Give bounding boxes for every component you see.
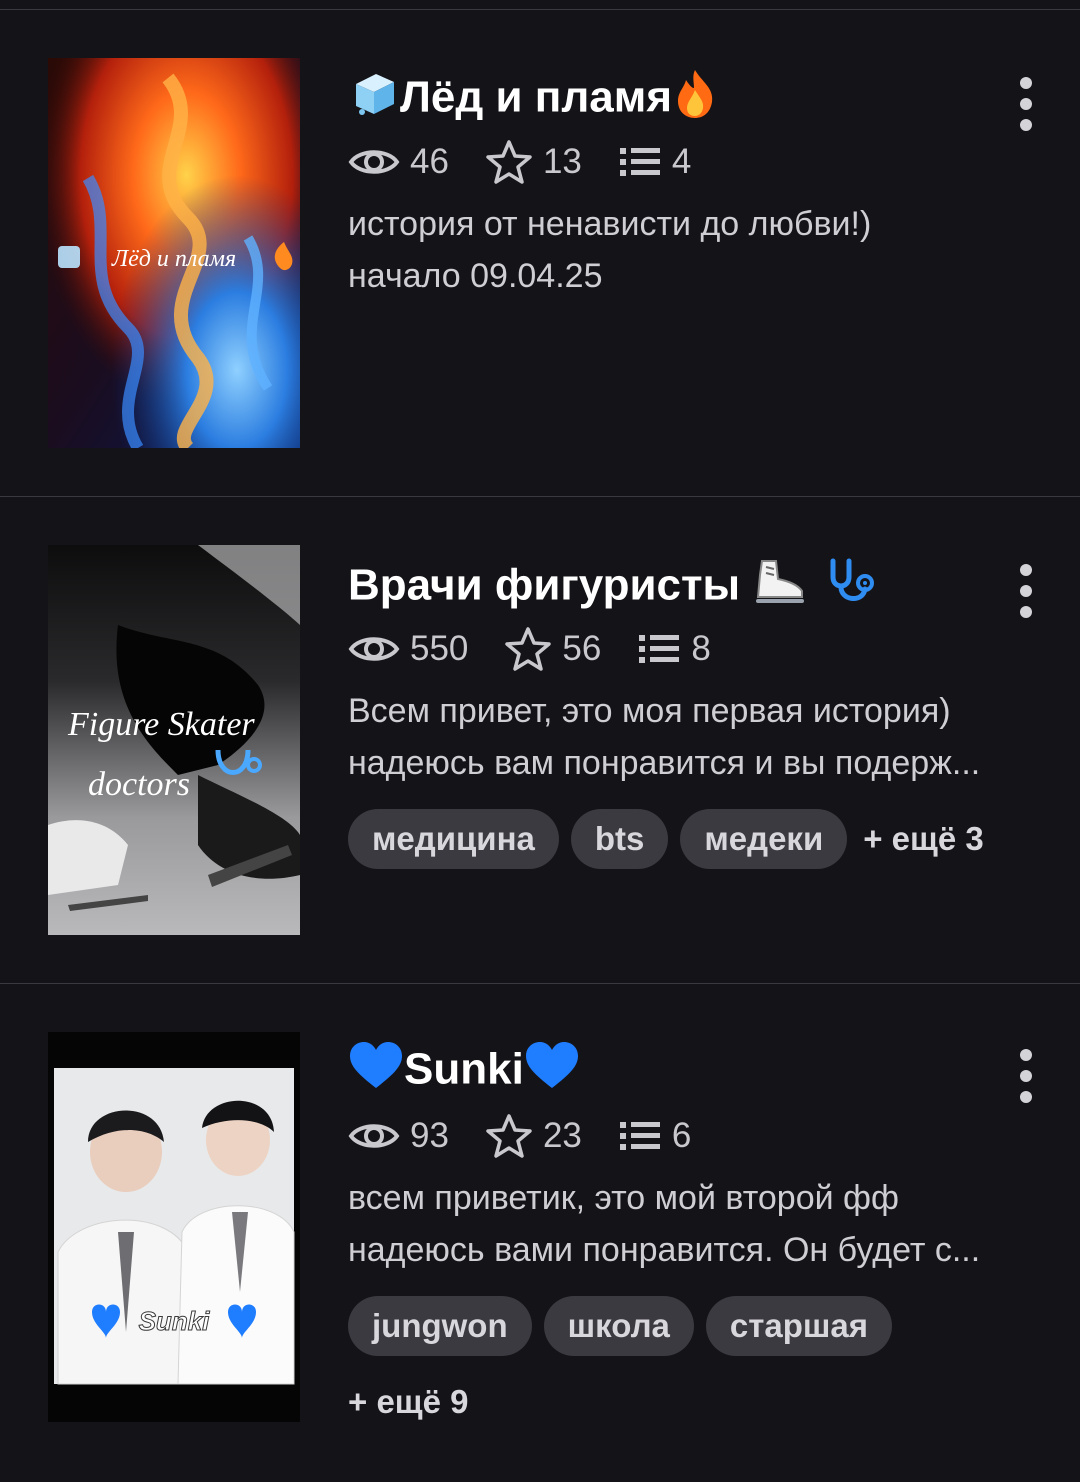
story-menu-button[interactable]: [1010, 1046, 1042, 1106]
story-title: Лёд и пламя: [400, 72, 672, 122]
story-description: всем приветик, это мой второй фф надеюсь…: [348, 1172, 1038, 1276]
star-icon: [486, 140, 532, 184]
story-cover-3[interactable]: Sunki: [48, 1032, 300, 1422]
description-line: история от ненависти до любви!): [348, 205, 872, 243]
stars-stat: 23: [485, 1113, 582, 1159]
story-title: Sunki: [404, 1044, 524, 1094]
blue-heart-icon: [524, 1040, 580, 1104]
chapters-count: 4: [671, 142, 692, 181]
story-card-1[interactable]: Лёд и пламя Лёд и пламя 46 13 4 история …: [0, 0, 1080, 496]
chapters-count: 6: [671, 1116, 692, 1155]
chapters-stat: 4: [618, 142, 691, 182]
chapters-count: 8: [691, 629, 711, 668]
story-cover-1[interactable]: Лёд и пламя: [48, 58, 300, 448]
fire-icon: [672, 68, 718, 132]
chapters-stat: 8: [637, 629, 711, 669]
story-menu-button[interactable]: [1010, 74, 1042, 134]
story-stats: 46 13 4: [348, 138, 727, 186]
tag-chip[interactable]: медеки: [680, 809, 848, 869]
story-stats: 550 56 8: [348, 625, 747, 673]
list-icon: [639, 635, 680, 663]
tag-chip[interactable]: jungwon: [348, 1296, 532, 1356]
dot: [1020, 606, 1032, 618]
blue-heart-icon: [348, 1040, 404, 1104]
eye-icon: [348, 637, 400, 661]
dot: [1020, 1049, 1032, 1061]
views-stat: 550: [348, 629, 468, 669]
dot: [1020, 77, 1032, 89]
story-menu-button[interactable]: [1010, 561, 1042, 621]
views-stat: 46: [348, 142, 449, 182]
star-icon: [505, 627, 552, 671]
stars-count: 23: [542, 1116, 582, 1155]
story-tags: jungwon школа старшая: [348, 1296, 1038, 1356]
story-cover-2[interactable]: Figure Skater doctors: [48, 545, 300, 935]
eye-icon: [348, 1124, 400, 1148]
views-count: 46: [410, 142, 449, 181]
dot: [1020, 98, 1032, 110]
story-card-3[interactable]: Sunki Sunki 93 23 6 всем приветик, это м…: [0, 984, 1080, 1482]
cover-image-fire-ice: Лёд и пламя: [48, 58, 300, 448]
story-tags: медицина bts медеки + ещё 3: [348, 809, 1038, 869]
description-line: начало 09.04.25: [348, 257, 603, 295]
dot: [1020, 585, 1032, 597]
views-count: 550: [410, 629, 469, 668]
ice-skate-icon: [752, 555, 808, 621]
description-line: всем приветик, это мой второй фф: [348, 1179, 900, 1217]
description-line: Всем привет, это моя первая история): [348, 692, 951, 730]
more-tags-link[interactable]: + ещё 9: [344, 1372, 473, 1432]
dot: [1020, 1070, 1032, 1082]
story-description: Всем привет, это моя первая история) над…: [348, 685, 1038, 789]
story-title-row[interactable]: Sunki: [348, 1040, 580, 1104]
story-card-2[interactable]: Figure Skater doctors Врачи фигуристы 55…: [0, 497, 1080, 983]
cover-caption-line2: doctors: [88, 766, 190, 803]
cover-image-sunki: Sunki: [48, 1032, 300, 1422]
tag-chip[interactable]: школа: [543, 1296, 694, 1356]
star-icon: [486, 1114, 532, 1158]
dot: [1020, 1091, 1032, 1103]
tag-chip[interactable]: медицина: [348, 809, 559, 869]
stars-count: 13: [542, 142, 582, 181]
description-line: надеюсь вам понравится и вы подерж...: [348, 744, 981, 782]
chapters-stat: 6: [618, 1116, 691, 1156]
cover-caption-line1: Figure Skater: [67, 706, 255, 743]
story-description: история от ненависти до любви!) начало 0…: [348, 198, 1038, 302]
ice-cube-icon: [348, 68, 400, 132]
story-title-row[interactable]: Лёд и пламя: [348, 68, 718, 132]
stars-count: 56: [562, 629, 602, 668]
tag-chip[interactable]: старшая: [705, 1296, 893, 1356]
list-icon: [619, 148, 660, 176]
dot: [1020, 564, 1032, 576]
description-line: надеюсь вами понравится. Он будет с...: [348, 1231, 981, 1269]
dot: [1020, 119, 1032, 131]
cover-caption: Лёд и пламя: [111, 246, 236, 272]
views-stat: 93: [348, 1116, 449, 1156]
cover-caption: Sunki: [139, 1306, 211, 1336]
list-icon: [619, 1122, 660, 1150]
views-count: 93: [410, 1116, 449, 1155]
story-title: Врачи фигуристы: [348, 560, 741, 610]
stars-stat: 13: [485, 139, 582, 185]
tag-chip[interactable]: bts: [570, 809, 669, 869]
story-title-row[interactable]: Врачи фигуристы: [348, 555, 877, 621]
stars-stat: 56: [504, 626, 601, 672]
story-stats: 93 23 6: [348, 1112, 727, 1160]
cover-image-figure-skater: Figure Skater doctors: [48, 545, 300, 935]
stethoscope-icon: [821, 555, 877, 621]
more-tags-link[interactable]: + ещё 3: [859, 809, 988, 869]
eye-icon: [348, 150, 400, 174]
